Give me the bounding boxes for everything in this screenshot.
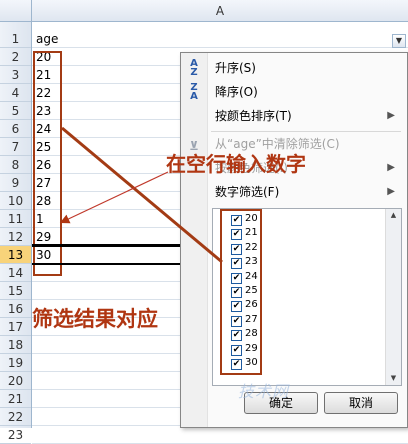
row-number-23[interactable]: 23 [0,426,31,444]
selected-row-border [32,244,180,247]
annotation-arrows [59,126,223,264]
annotation-empty-row: 在空行输入数字 [166,152,306,176]
annotation-filter-result: 筛选结果对应 [32,307,158,331]
selected-row-border [32,263,180,265]
arrow-to-empty-row [59,171,169,224]
